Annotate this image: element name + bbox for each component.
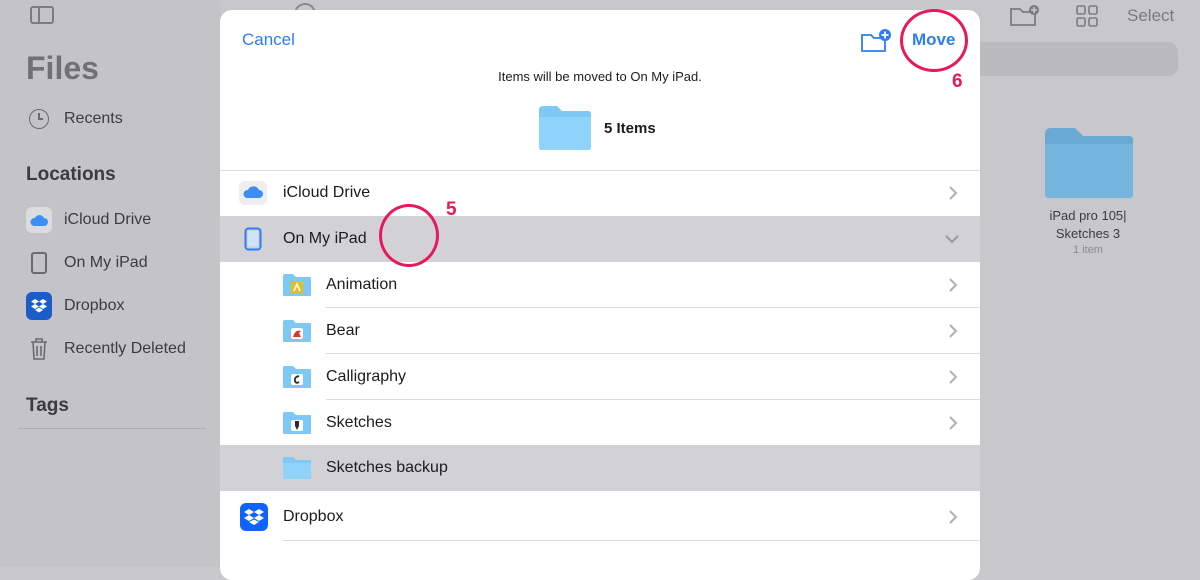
folder-icon — [539, 106, 591, 150]
folder-icon[interactable] — [1043, 126, 1135, 200]
search-bar[interactable] — [970, 42, 1178, 76]
location-row-label: Dropbox — [283, 508, 344, 525]
folder-name-line1: iPad pro 105| — [1049, 208, 1127, 223]
location-row-dropbox[interactable]: Dropbox — [220, 494, 980, 540]
ipad-icon — [26, 250, 52, 276]
items-count-label: 5 Items — [604, 119, 656, 137]
new-folder-button[interactable] — [860, 28, 892, 54]
destination-note: Items will be moved to On My iPad. — [498, 69, 702, 84]
chevron-right-icon — [949, 510, 958, 524]
location-row-label: On My iPad — [283, 230, 367, 247]
chevron-right-icon — [949, 278, 958, 292]
sidebar-item-label: iCloud Drive — [64, 211, 152, 228]
folder-row-label: Bear — [326, 322, 360, 339]
chevron-right-icon — [949, 186, 958, 200]
sidebar-item-label: Dropbox — [64, 297, 125, 314]
folder-row-calligraphy[interactable]: Calligraphy — [220, 354, 980, 400]
chevron-right-icon — [949, 324, 958, 338]
folder-row-sketches[interactable]: Sketches — [220, 400, 980, 446]
sidebar-divider — [18, 428, 206, 429]
annotation-circle-step-6 — [900, 9, 968, 72]
folder-name-line2: Sketches 3 — [1055, 226, 1121, 241]
icloud-icon — [238, 179, 268, 207]
sidebar-item-icloud-drive[interactable]: iCloud Drive — [26, 205, 151, 235]
sidebar-item-dropbox[interactable]: Dropbox — [26, 291, 124, 321]
folder-animation-icon — [282, 273, 312, 297]
dropbox-icon — [26, 292, 52, 320]
select-button[interactable]: Select — [1127, 6, 1174, 26]
folder-row-label: Sketches — [326, 414, 392, 431]
locations-heading: Locations — [26, 164, 116, 185]
chevron-down-icon — [945, 235, 959, 244]
trash-icon — [26, 336, 52, 362]
annotation-circle-step-5 — [379, 204, 439, 267]
sidebar-item-recently-deleted[interactable]: Recently Deleted — [26, 334, 186, 364]
folder-row-label: Sketches backup — [326, 459, 448, 476]
folder-icon — [282, 456, 312, 480]
sidebar-item-label: Recently Deleted — [64, 340, 186, 357]
chevron-right-icon — [949, 370, 958, 384]
icloud-icon — [26, 207, 52, 233]
sidebar-toggle-icon[interactable] — [30, 6, 54, 24]
folder-row-label: Animation — [326, 276, 398, 293]
folder-calligraphy-icon — [282, 365, 312, 389]
sidebar: Files Recents Locations iCloud Drive On … — [0, 0, 220, 567]
folder-name: iPad pro 105| Sketches 3 — [1028, 207, 1148, 243]
sidebar-title: Files — [26, 50, 99, 86]
chevron-right-icon — [949, 416, 958, 430]
row-divider — [283, 540, 980, 541]
clock-icon — [26, 106, 52, 132]
folder-bear-icon — [282, 319, 312, 343]
dropbox-icon — [239, 502, 269, 532]
annotation-number-step-5: 5 — [446, 199, 457, 220]
cancel-button[interactable]: Cancel — [242, 30, 295, 50]
tags-heading: Tags — [26, 395, 69, 416]
sidebar-item-recents[interactable]: Recents — [26, 104, 123, 134]
ipad-icon — [243, 226, 263, 252]
location-row-label: iCloud Drive — [283, 184, 371, 201]
annotation-number-step-6: 6 — [952, 71, 963, 92]
move-sheet: Cancel Move Items will be moved to On My… — [220, 10, 980, 580]
folder-row-label: Calligraphy — [326, 368, 407, 385]
location-row-on-my-ipad[interactable]: On My iPad — [220, 216, 980, 262]
sidebar-item-on-my-ipad[interactable]: On My iPad — [26, 248, 148, 278]
folder-row-animation[interactable]: Animation — [220, 262, 980, 308]
location-row-icloud-drive[interactable]: iCloud Drive — [220, 170, 980, 216]
grid-view-icon[interactable] — [1075, 4, 1099, 28]
folder-row-bear[interactable]: Bear — [220, 308, 980, 354]
folder-item-count: 1 item — [1073, 244, 1103, 256]
items-summary: 5 Items — [538, 105, 656, 151]
new-folder-icon-bg[interactable] — [1009, 4, 1041, 28]
sidebar-item-label: On My iPad — [64, 254, 148, 271]
folder-row-sketches-backup: Sketches backup — [220, 445, 980, 491]
sidebar-item-label: Recents — [64, 110, 123, 127]
folder-sketches-icon — [282, 411, 312, 435]
